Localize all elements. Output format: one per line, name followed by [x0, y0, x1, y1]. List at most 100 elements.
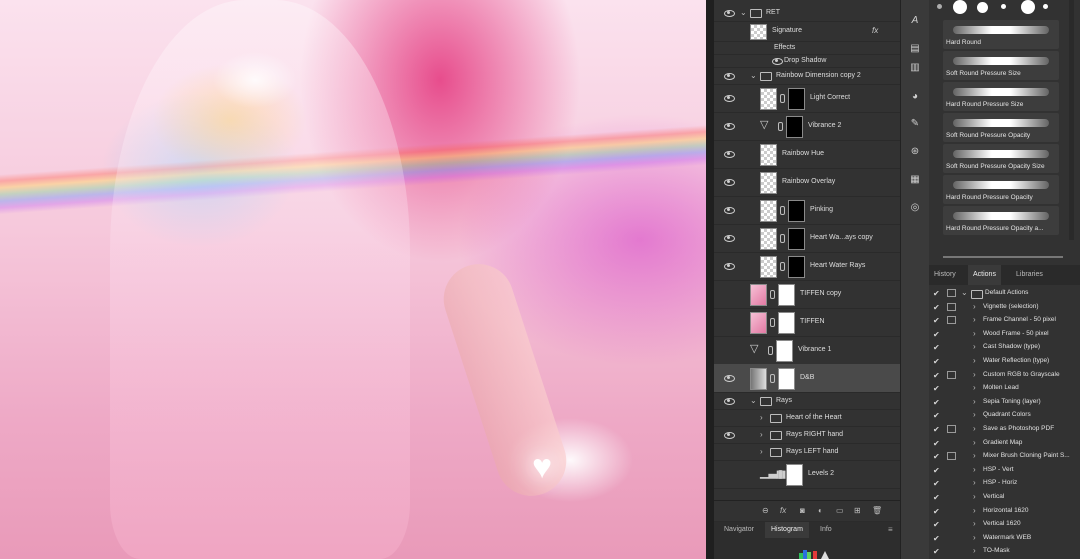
layer-thumbnail[interactable] — [750, 368, 767, 390]
action-enabled-check-icon[interactable]: ✔ — [933, 411, 940, 420]
action-row[interactable]: ✔ › Water Reflection (type) — [929, 355, 1080, 369]
brush-size-slider[interactable] — [943, 256, 1063, 258]
visibility-eye-icon[interactable] — [724, 262, 735, 270]
action-row[interactable]: ✔ ⌄ Default Actions — [929, 287, 1080, 301]
visibility-eye-icon[interactable] — [724, 94, 735, 102]
action-row[interactable]: ✔ › Sepia Toning (layer) — [929, 396, 1080, 410]
disclosure-chevron-icon[interactable]: ⌄ — [750, 71, 757, 80]
action-enabled-check-icon[interactable]: ✔ — [933, 520, 940, 529]
layer-thumbnail[interactable] — [760, 256, 777, 278]
action-enabled-check-icon[interactable]: ✔ — [933, 479, 940, 488]
brush-dot[interactable] — [937, 4, 942, 9]
action-enabled-check-icon[interactable]: ✔ — [933, 289, 940, 298]
paragraph-icon[interactable]: ▥ — [908, 61, 922, 75]
action-enabled-check-icon[interactable]: ✔ — [933, 452, 940, 461]
libraries-icon[interactable]: ▤ — [908, 42, 922, 56]
action-row[interactable]: ✔ › Save as Photoshop PDF — [929, 423, 1080, 437]
action-enabled-check-icon[interactable]: ✔ — [933, 493, 940, 502]
action-enabled-check-icon[interactable]: ✔ — [933, 371, 940, 380]
visibility-eye-icon[interactable] — [724, 206, 735, 214]
layer-thumbnail[interactable] — [750, 24, 767, 40]
brush-preset[interactable]: Soft Round Pressure Size — [943, 51, 1059, 80]
layer-row[interactable]: TIFFEN copy — [714, 280, 900, 309]
action-row[interactable]: ✔ › Vertical — [929, 491, 1080, 505]
layer-row[interactable]: Heart Water Rays — [714, 252, 900, 281]
action-enabled-check-icon[interactable]: ✔ — [933, 547, 940, 556]
action-enabled-check-icon[interactable]: ✔ — [933, 330, 940, 339]
folder-chevron-icon[interactable]: ⌄ — [961, 288, 968, 297]
layer-row[interactable]: ▁▃▅ Levels 2 — [714, 460, 900, 489]
action-row[interactable]: ✔ › Gradient Map — [929, 437, 1080, 451]
layer-thumbnail[interactable] — [750, 284, 767, 306]
brush-preset[interactable]: Soft Round Pressure Opacity — [943, 113, 1059, 142]
mask-link-icon[interactable] — [770, 290, 775, 299]
visibility-eye-icon[interactable] — [724, 150, 735, 158]
disclosure-chevron-icon[interactable]: ⌄ — [750, 396, 757, 405]
tab-libraries[interactable]: Libraries — [1011, 265, 1048, 285]
action-row[interactable]: ✔ › Frame Channel - 50 pixel — [929, 314, 1080, 328]
layer-thumbnail[interactable] — [760, 144, 777, 166]
action-enabled-check-icon[interactable]: ✔ — [933, 357, 940, 366]
layer-row[interactable]: D&B — [714, 364, 900, 393]
clone-source-icon[interactable]: ◎ — [908, 201, 922, 215]
brush-preset[interactable]: Hard Round — [943, 20, 1059, 49]
action-row[interactable]: ✔ › Quadrant Colors — [929, 409, 1080, 423]
mask-thumbnail[interactable] — [778, 284, 795, 306]
action-chevron-icon[interactable]: › — [973, 356, 976, 365]
fx-icon[interactable]: fx — [872, 26, 878, 35]
action-chevron-icon[interactable]: › — [973, 533, 976, 542]
action-chevron-icon[interactable]: › — [973, 478, 976, 487]
layer-thumbnail[interactable] — [760, 172, 777, 194]
layer-row[interactable]: Light Correct — [714, 84, 900, 113]
effect-eye-icon[interactable] — [772, 57, 783, 65]
mask-link-icon[interactable] — [780, 94, 785, 103]
brush-dot[interactable] — [1001, 4, 1006, 9]
layer-row[interactable]: Effects — [714, 41, 900, 55]
dialog-toggle-icon[interactable] — [947, 316, 956, 325]
action-chevron-icon[interactable]: › — [973, 506, 976, 515]
layer-row[interactable]: ▽ Vibrance 1 — [714, 336, 900, 365]
trash-icon[interactable]: 🗑 — [872, 506, 882, 515]
action-chevron-icon[interactable]: › — [973, 465, 976, 474]
mask-link-icon[interactable] — [770, 318, 775, 327]
action-row[interactable]: ✔ › Molten Lead — [929, 382, 1080, 396]
panel-divider[interactable] — [706, 0, 714, 559]
new-layer-icon[interactable]: ⊞ — [854, 506, 861, 515]
layer-thumbnail[interactable] — [760, 88, 777, 110]
action-enabled-check-icon[interactable]: ✔ — [933, 303, 940, 312]
link-layers-icon[interactable]: ⊖ — [762, 506, 769, 515]
action-enabled-check-icon[interactable]: ✔ — [933, 384, 940, 393]
dialog-toggle-icon[interactable] — [947, 289, 956, 297]
fx-icon[interactable]: fx — [780, 506, 786, 515]
action-chevron-icon[interactable]: › — [973, 438, 976, 447]
character-icon[interactable]: A — [908, 14, 922, 28]
visibility-eye-icon[interactable] — [724, 374, 735, 382]
globe-icon[interactable]: ⊛ — [908, 145, 922, 159]
action-enabled-check-icon[interactable]: ✔ — [933, 425, 940, 434]
add-mask-icon[interactable]: ◙ — [800, 506, 805, 515]
dialog-toggle-icon[interactable] — [947, 302, 956, 311]
tab-actions[interactable]: Actions — [968, 265, 1001, 285]
layer-row[interactable]: ⌄ Rays — [714, 392, 900, 410]
action-enabled-check-icon[interactable]: ✔ — [933, 316, 940, 325]
visibility-eye-icon[interactable] — [724, 431, 735, 439]
layer-row[interactable]: Pinking — [714, 196, 900, 225]
action-row[interactable]: ✔ › HSP - Vert — [929, 464, 1080, 478]
layer-row[interactable]: ⌄ RET — [714, 4, 900, 22]
mask-thumbnail[interactable] — [788, 228, 805, 250]
panel-menu-icon[interactable]: ≡ — [888, 525, 893, 534]
layer-row[interactable]: ▽ Vibrance 2 — [714, 112, 900, 141]
action-chevron-icon[interactable]: › — [973, 397, 976, 406]
tab-histogram[interactable]: Histogram — [765, 522, 809, 538]
action-chevron-icon[interactable]: › — [973, 519, 976, 528]
action-chevron-icon[interactable]: › — [973, 329, 976, 338]
visibility-eye-icon[interactable] — [724, 178, 735, 186]
layer-row[interactable]: Rainbow Hue — [714, 140, 900, 169]
layer-row[interactable]: › Rays LEFT hand — [714, 443, 900, 461]
action-chevron-icon[interactable]: › — [973, 424, 976, 433]
mask-link-icon[interactable] — [778, 122, 783, 131]
visibility-eye-icon[interactable] — [724, 122, 735, 130]
action-chevron-icon[interactable]: › — [973, 383, 976, 392]
action-row[interactable]: ✔ › Vertical 1620 — [929, 518, 1080, 532]
mask-thumbnail[interactable] — [788, 256, 805, 278]
